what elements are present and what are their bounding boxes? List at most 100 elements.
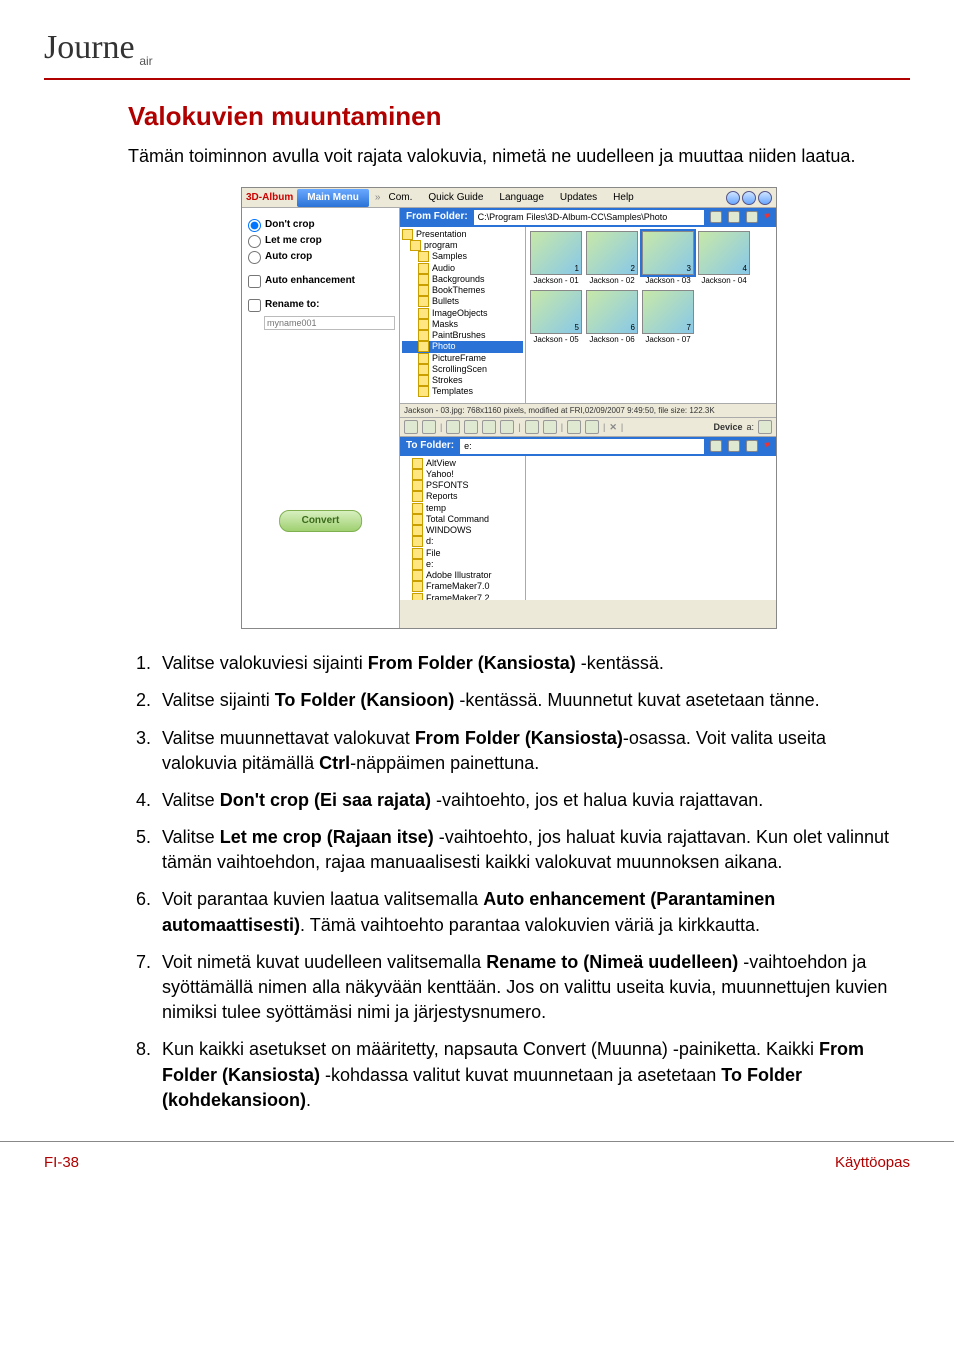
tree-node[interactable]: WINDOWS xyxy=(402,525,523,536)
app-menubar: 3D-Album Main Menu » Com. Quick Guide La… xyxy=(242,188,776,208)
app-screenshot: 3D-Album Main Menu » Com. Quick Guide La… xyxy=(241,187,777,629)
list-item: Valitse Don't crop (Ei saa rajata) -vaih… xyxy=(156,788,890,813)
tree-node[interactable]: ImageObjects xyxy=(402,308,523,319)
tree-node[interactable]: Bullets xyxy=(402,296,523,307)
convert-button[interactable]: Convert xyxy=(279,510,363,532)
tree-node[interactable]: Samples xyxy=(402,251,523,262)
thumbnail-grid[interactable]: 1Jackson - 012Jackson - 023Jackson - 034… xyxy=(526,227,776,403)
check-auto-enhancement[interactable] xyxy=(248,275,261,288)
device-label: Device xyxy=(713,421,742,434)
toolbar-icon[interactable] xyxy=(446,420,460,434)
radio-auto-crop[interactable] xyxy=(248,251,261,264)
thumbnail[interactable]: 4Jackson - 04 xyxy=(698,231,750,286)
menu-com[interactable]: Com. xyxy=(380,189,420,207)
thumbnail[interactable]: 2Jackson - 02 xyxy=(586,231,638,286)
app-logo: 3D-Album xyxy=(242,191,297,205)
window-maximize-icon[interactable] xyxy=(742,191,756,205)
delete-icon[interactable]: ✕ xyxy=(609,421,617,434)
from-folder-label: From Folder: xyxy=(406,210,468,224)
tree-node[interactable]: AltView xyxy=(402,458,523,469)
tree-node[interactable]: Yahoo! xyxy=(402,469,523,480)
list-item: Valitse sijainti To Folder (Kansioon) -k… xyxy=(156,688,890,713)
tree-node[interactable]: PictureFrame xyxy=(402,353,523,364)
tree-node[interactable]: FrameMaker7.0 xyxy=(402,581,523,592)
option-rename-to[interactable]: Rename to: xyxy=(248,298,393,312)
tree-node[interactable]: Total Command xyxy=(402,514,523,525)
list-item: Voit nimetä kuvat uudelleen valitsemalla… xyxy=(156,950,890,1026)
options-panel: Don't crop Let me crop Auto crop Auto en… xyxy=(242,208,400,628)
brand-logo-sub: air xyxy=(139,53,152,70)
list-item: Kun kaikki asetukset on määritetty, naps… xyxy=(156,1037,890,1113)
toolbar-icon[interactable] xyxy=(464,420,478,434)
option-auto-crop[interactable]: Auto crop xyxy=(248,250,393,264)
toolbar-icon[interactable] xyxy=(585,420,599,434)
menu-help[interactable]: Help xyxy=(605,189,642,207)
to-folder-tool-2[interactable] xyxy=(728,440,740,452)
tree-node[interactable]: FrameMaker7.2 xyxy=(402,593,523,600)
menu-language[interactable]: Language xyxy=(491,189,552,207)
toolbar-icon[interactable] xyxy=(525,420,539,434)
from-folder-tool-1[interactable] xyxy=(710,211,722,223)
favorite-icon[interactable]: ♥ xyxy=(764,439,770,453)
check-rename-to[interactable] xyxy=(248,299,261,312)
radio-dont-crop[interactable] xyxy=(248,219,261,232)
window-minimize-icon[interactable] xyxy=(726,191,740,205)
from-folder-tree[interactable]: PresentationprogramSamplesAudioBackgroun… xyxy=(400,227,526,403)
tree-node[interactable]: Strokes xyxy=(402,375,523,386)
tree-node[interactable]: Adobe Illustrator xyxy=(402,570,523,581)
from-folder-tool-2[interactable] xyxy=(728,211,740,223)
tree-node[interactable]: Templates xyxy=(402,386,523,397)
radio-let-me-crop[interactable] xyxy=(248,235,261,248)
tree-node[interactable]: Reports xyxy=(402,491,523,502)
toolbar-icon[interactable] xyxy=(543,420,557,434)
main-menu-button[interactable]: Main Menu xyxy=(297,189,369,207)
from-folder-tool-3[interactable] xyxy=(746,211,758,223)
window-close-icon[interactable] xyxy=(758,191,772,205)
to-folder-content xyxy=(526,456,776,600)
favorite-icon[interactable]: ♥ xyxy=(764,210,770,224)
to-folder-path[interactable]: e: xyxy=(460,439,704,454)
to-folder-tool-1[interactable] xyxy=(710,440,722,452)
tree-node[interactable]: BookThemes xyxy=(402,285,523,296)
tree-node[interactable]: program xyxy=(402,240,523,251)
tree-node[interactable]: PSFONTS xyxy=(402,480,523,491)
tree-node[interactable]: e: xyxy=(402,559,523,570)
tree-node[interactable]: Masks xyxy=(402,319,523,330)
tree-node[interactable]: d: xyxy=(402,536,523,547)
label-let-me-crop: Let me crop xyxy=(265,234,322,248)
tree-node[interactable]: Photo xyxy=(402,341,523,352)
thumbnail[interactable]: 3Jackson - 03 xyxy=(642,231,694,286)
tree-node[interactable]: temp xyxy=(402,503,523,514)
thumbnail[interactable]: 7Jackson - 07 xyxy=(642,290,694,345)
tree-node[interactable]: Audio xyxy=(402,263,523,274)
menu-quick-guide[interactable]: Quick Guide xyxy=(420,189,491,207)
option-let-me-crop[interactable]: Let me crop xyxy=(248,234,393,248)
thumbnail[interactable]: 1Jackson - 01 xyxy=(530,231,582,286)
option-auto-enhancement[interactable]: Auto enhancement xyxy=(248,274,393,288)
device-drive[interactable]: a: xyxy=(746,421,754,434)
thumbnail[interactable]: 5Jackson - 05 xyxy=(530,290,582,345)
footer-page-number: FI-38 xyxy=(44,1152,79,1173)
toolbar-icon[interactable] xyxy=(567,420,581,434)
thumbnail[interactable]: 6Jackson - 06 xyxy=(586,290,638,345)
toolbar-icon[interactable] xyxy=(404,420,418,434)
toolbar-icon[interactable] xyxy=(500,420,514,434)
tree-node[interactable]: PaintBrushes xyxy=(402,330,523,341)
status-bar: Jackson - 03.jpg: 768x1160 pixels, modif… xyxy=(400,403,776,418)
tree-node[interactable]: File xyxy=(402,548,523,559)
label-dont-crop: Don't crop xyxy=(265,218,315,232)
toolbar-icon[interactable] xyxy=(422,420,436,434)
tree-node[interactable]: Backgrounds xyxy=(402,274,523,285)
menu-updates[interactable]: Updates xyxy=(552,189,605,207)
to-folder-tree[interactable]: AltViewYahoo!PSFONTSReportstempTotal Com… xyxy=(400,456,526,600)
footer-doc-title: Käyttöopas xyxy=(835,1152,910,1173)
to-folder-tool-3[interactable] xyxy=(746,440,758,452)
toolbar-icon[interactable] xyxy=(482,420,496,434)
option-dont-crop[interactable]: Don't crop xyxy=(248,218,393,232)
from-folder-path[interactable]: C:\Program Files\3D-Album-CC\Samples\Pho… xyxy=(474,210,704,225)
device-icon[interactable] xyxy=(758,420,772,434)
tree-node[interactable]: ScrollingScen xyxy=(402,364,523,375)
rename-input[interactable] xyxy=(264,316,395,330)
tree-node[interactable]: Presentation xyxy=(402,229,523,240)
brand-logo-text: Journe xyxy=(44,29,135,66)
